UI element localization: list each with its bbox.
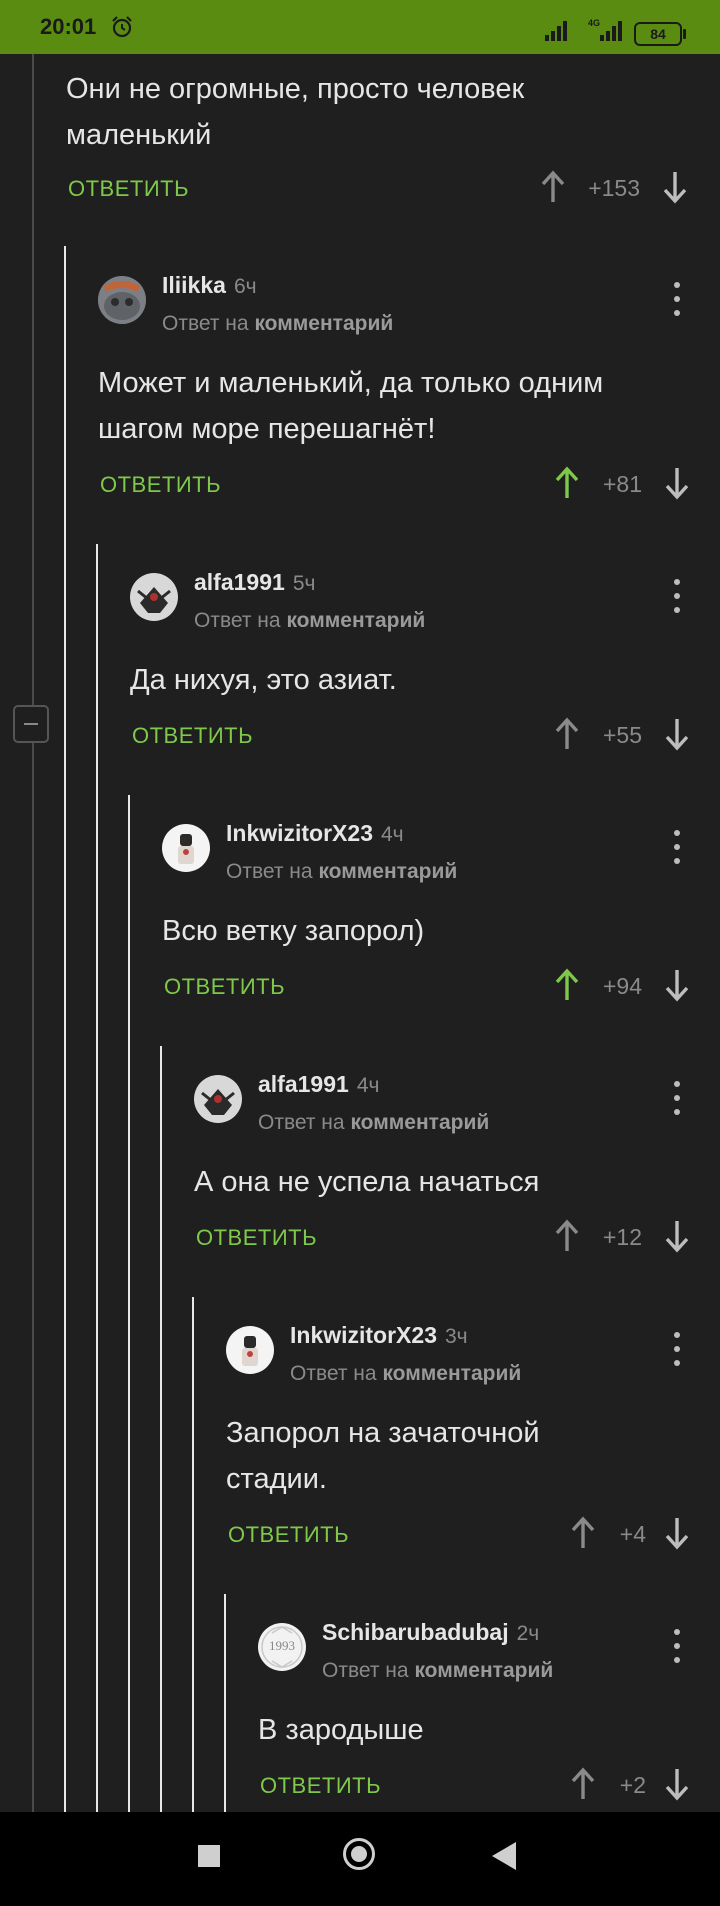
avatar[interactable]	[162, 824, 210, 872]
thread-collapse-line	[32, 54, 34, 1814]
collapse-icon[interactable]	[13, 705, 49, 743]
reply-target-link[interactable]: комментарий	[318, 860, 457, 883]
thread-line	[224, 1594, 226, 1812]
comment-text: Запорол на зачаточной стадии.	[226, 1417, 540, 1495]
reply-button[interactable]: ОТВЕТИТЬ	[68, 176, 189, 202]
comment-text: А она не успела начаться	[194, 1166, 540, 1198]
reply-button[interactable]: ОТВЕТИТЬ	[196, 1225, 317, 1251]
arrow-up-icon[interactable]	[540, 170, 566, 204]
thread-line	[96, 544, 98, 1812]
more-vertical-icon[interactable]	[674, 1081, 680, 1115]
arrow-down-icon[interactable]	[664, 1767, 690, 1801]
reply-to: Ответ на комментарий	[162, 312, 394, 335]
comment-time: 6ч	[233, 275, 257, 298]
more-vertical-icon[interactable]	[674, 282, 680, 316]
more-vertical-icon[interactable]	[674, 830, 680, 864]
alarm-icon	[112, 16, 132, 38]
arrow-up-icon[interactable]	[554, 717, 580, 751]
avatar[interactable]: 1993	[258, 1623, 306, 1671]
reply-button[interactable]: ОТВЕТИТЬ	[100, 472, 221, 498]
username[interactable]: alfa1991 5ч	[194, 569, 315, 596]
username[interactable]: InkwizitorX23 3ч	[290, 1322, 468, 1349]
thread-line	[64, 246, 66, 1812]
username[interactable]: alfa1991 4ч	[258, 1071, 379, 1098]
reply-target-link[interactable]: комментарий	[350, 1111, 489, 1134]
thread-line	[128, 795, 130, 1812]
more-vertical-icon[interactable]	[674, 1332, 680, 1366]
comment-text: Может и маленький, да только одним шагом…	[98, 367, 604, 445]
comment-time: 4ч	[356, 1074, 380, 1097]
avatar-text: 1993	[269, 1638, 295, 1653]
status-time: 20:01	[40, 14, 97, 39]
score: +81	[602, 471, 642, 497]
reply-to: Ответ на комментарий	[290, 1362, 522, 1385]
comment-time: 3ч	[444, 1325, 468, 1348]
score: +94	[602, 973, 642, 999]
score: +55	[602, 722, 642, 748]
reply-to: Ответ на комментарий	[194, 609, 426, 632]
username[interactable]: Iliikka 6ч	[162, 272, 257, 299]
username[interactable]: Schibarubadubaj 2ч	[322, 1619, 539, 1646]
status-bar: 20:01 4G 84	[0, 0, 720, 54]
reply-to: Ответ на комментарий	[226, 860, 458, 883]
more-vertical-icon[interactable]	[674, 1629, 680, 1663]
arrow-down-icon[interactable]	[664, 968, 690, 1002]
reply-target-link[interactable]: комментарий	[286, 609, 425, 632]
username[interactable]: InkwizitorX23 4ч	[226, 820, 404, 847]
avatar[interactable]	[194, 1075, 242, 1123]
avatar[interactable]	[98, 276, 146, 324]
arrow-down-icon[interactable]	[664, 717, 690, 751]
comment-text: Они не огромные, просто человек маленьки…	[66, 73, 525, 151]
arrow-down-icon[interactable]	[664, 466, 690, 500]
signal-icon	[600, 21, 622, 41]
reply-to: Ответ на комментарий	[322, 1659, 554, 1682]
thread-line	[192, 1297, 194, 1812]
arrow-up-icon[interactable]	[554, 466, 580, 500]
reply-target-link[interactable]: комментарий	[254, 312, 393, 335]
reply-button[interactable]: ОТВЕТИТЬ	[164, 974, 285, 1000]
signal-icon	[545, 21, 567, 41]
reply-button[interactable]: ОТВЕТИТЬ	[260, 1773, 381, 1799]
arrow-down-icon[interactable]	[664, 1219, 690, 1253]
score: +12	[602, 1224, 642, 1250]
nav-back-icon[interactable]	[492, 1842, 516, 1870]
thread-line	[160, 1046, 162, 1812]
avatar[interactable]	[226, 1326, 274, 1374]
comment-text: В зародыше	[258, 1714, 424, 1746]
reply-button[interactable]: ОТВЕТИТЬ	[132, 723, 253, 749]
comment-text: Да нихуя, это азиат.	[130, 664, 397, 696]
reply-button[interactable]: ОТВЕТИТЬ	[228, 1522, 349, 1548]
reply-to: Ответ на комментарий	[258, 1111, 490, 1134]
comment-time: 5ч	[292, 572, 316, 595]
nav-home-icon[interactable]	[343, 1838, 375, 1870]
nav-recents-icon[interactable]	[198, 1845, 220, 1867]
arrow-up-icon[interactable]	[554, 1219, 580, 1253]
score: +2	[619, 1772, 646, 1798]
score: +153	[588, 175, 640, 201]
arrow-down-icon[interactable]	[664, 1516, 690, 1550]
battery-icon: 84	[634, 22, 686, 46]
avatar[interactable]	[130, 573, 178, 621]
comment-time: 2ч	[516, 1622, 540, 1645]
reply-target-link[interactable]: комментарий	[382, 1362, 521, 1385]
arrow-down-icon[interactable]	[662, 170, 688, 204]
reply-target-link[interactable]: комментарий	[414, 1659, 553, 1682]
more-vertical-icon[interactable]	[674, 579, 680, 613]
score: +4	[619, 1521, 646, 1547]
comment-text: Всю ветку запорол)	[162, 915, 425, 947]
arrow-up-icon[interactable]	[554, 968, 580, 1002]
comment-time: 4ч	[380, 823, 404, 846]
